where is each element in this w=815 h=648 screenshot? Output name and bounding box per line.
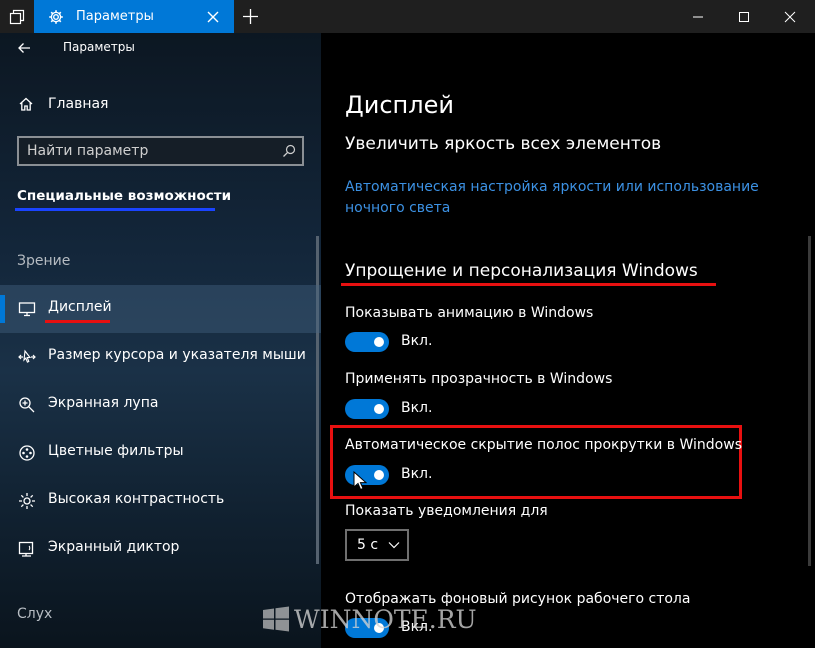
select-value: 5 с bbox=[357, 537, 379, 553]
animation-toggle[interactable] bbox=[345, 332, 389, 352]
home-icon bbox=[19, 97, 33, 111]
page-title: Дисплей bbox=[345, 91, 454, 119]
toggle-state-label: Вкл. bbox=[401, 400, 433, 416]
search-icon[interactable] bbox=[282, 144, 296, 158]
sidebar-item-cursor-size[interactable]: Размер курсора и указателя мыши bbox=[0, 333, 321, 381]
sidebar-item-magnifier[interactable]: Экранная лупа bbox=[0, 381, 321, 429]
highlight-underline-blue bbox=[15, 208, 215, 211]
sidebar-item-label: Дисплей bbox=[48, 299, 112, 315]
brightness-settings-link[interactable]: Автоматическая настройка яркости или исп… bbox=[345, 177, 765, 219]
setting-label-transparency: Применять прозрачность в Windows bbox=[345, 371, 613, 387]
toggle-knob bbox=[374, 404, 384, 414]
simplify-heading: Упрощение и персонализация Windows bbox=[345, 261, 698, 281]
group-label-hearing: Слух bbox=[17, 606, 53, 622]
setting-label-notifications: Показать уведомления для bbox=[345, 503, 548, 519]
tab-title: Параметры bbox=[76, 9, 154, 24]
close-tab-icon[interactable] bbox=[206, 10, 220, 24]
toggle-knob bbox=[374, 470, 384, 480]
sidebar-item-label: Экранная лупа bbox=[48, 395, 159, 411]
sidebar-item-high-contrast[interactable]: Высокая контрастность bbox=[0, 477, 321, 525]
highlight-underline-red bbox=[341, 283, 716, 286]
sidebar-item-label: Главная bbox=[48, 96, 109, 112]
sidebar-item-home[interactable]: Главная bbox=[0, 87, 321, 121]
group-label-vision: Зрение bbox=[17, 253, 71, 269]
search-input[interactable] bbox=[27, 142, 267, 160]
new-tab-icon[interactable] bbox=[242, 8, 259, 25]
maximize-button[interactable] bbox=[721, 0, 767, 33]
sidebar-app-title: Параметры bbox=[63, 40, 135, 54]
minimize-icon bbox=[693, 16, 703, 17]
brightness-heading: Увеличить яркость всех элементов bbox=[345, 134, 662, 154]
sidebar-item-label: Экранный диктор bbox=[48, 539, 180, 555]
section-title: Специальные возможности bbox=[17, 188, 232, 204]
sidebar-item-display[interactable]: Дисплей bbox=[0, 285, 321, 333]
content-scrollbar[interactable] bbox=[808, 236, 811, 566]
toggle-state-label: Вкл. bbox=[401, 333, 433, 349]
narrator-icon bbox=[18, 541, 34, 557]
highlight-underline-red bbox=[45, 320, 110, 323]
sidebar-item-color-filters[interactable]: Цветные фильтры bbox=[0, 429, 321, 477]
watermark: WINNOTE.RU bbox=[262, 603, 477, 635]
sidebar-item-label: Высокая контрастность bbox=[48, 491, 225, 507]
minimize-button[interactable] bbox=[675, 0, 721, 33]
watermark-text: WINNOTE.RU bbox=[294, 604, 477, 634]
search-box[interactable] bbox=[17, 136, 304, 166]
transparency-toggle[interactable] bbox=[345, 399, 389, 419]
sidebar-item-label: Цветные фильтры bbox=[48, 443, 184, 459]
scrollbars-toggle[interactable] bbox=[345, 465, 389, 485]
toggle-knob bbox=[374, 337, 384, 347]
cursor-size-icon bbox=[18, 349, 36, 363]
maximize-icon bbox=[739, 11, 749, 22]
mouse-pointer-icon bbox=[353, 471, 367, 491]
display-icon bbox=[18, 302, 36, 317]
color-filters-icon bbox=[19, 445, 35, 461]
high-contrast-icon bbox=[19, 493, 35, 509]
active-indicator bbox=[0, 295, 5, 323]
setting-label-animation: Показывать анимацию в Windows bbox=[345, 305, 594, 321]
close-window-button[interactable] bbox=[767, 0, 813, 33]
close-icon bbox=[784, 11, 796, 22]
windows-logo-icon bbox=[263, 606, 289, 632]
sidebar: Параметры Главная Специальные возможност… bbox=[0, 33, 321, 648]
chevron-down-icon bbox=[388, 542, 400, 549]
sidebar-item-label: Размер курсора и указателя мыши bbox=[48, 347, 306, 363]
task-view-icon[interactable] bbox=[0, 0, 33, 33]
magnifier-icon bbox=[19, 397, 35, 413]
tab-settings[interactable]: Параметры bbox=[34, 0, 234, 33]
notifications-duration-select[interactable]: 5 с bbox=[345, 529, 409, 561]
back-arrow-icon[interactable] bbox=[17, 41, 31, 55]
sidebar-item-narrator[interactable]: Экранный диктор bbox=[0, 525, 321, 573]
gear-icon bbox=[49, 9, 63, 24]
main-content: Дисплей Увеличить яркость всех элементов… bbox=[321, 33, 815, 648]
title-bar: Параметры bbox=[0, 0, 815, 33]
setting-label-scrollbars: Автоматическое скрытие полос прокрутки в… bbox=[345, 437, 742, 453]
toggle-state-label: Вкл. bbox=[401, 466, 433, 482]
